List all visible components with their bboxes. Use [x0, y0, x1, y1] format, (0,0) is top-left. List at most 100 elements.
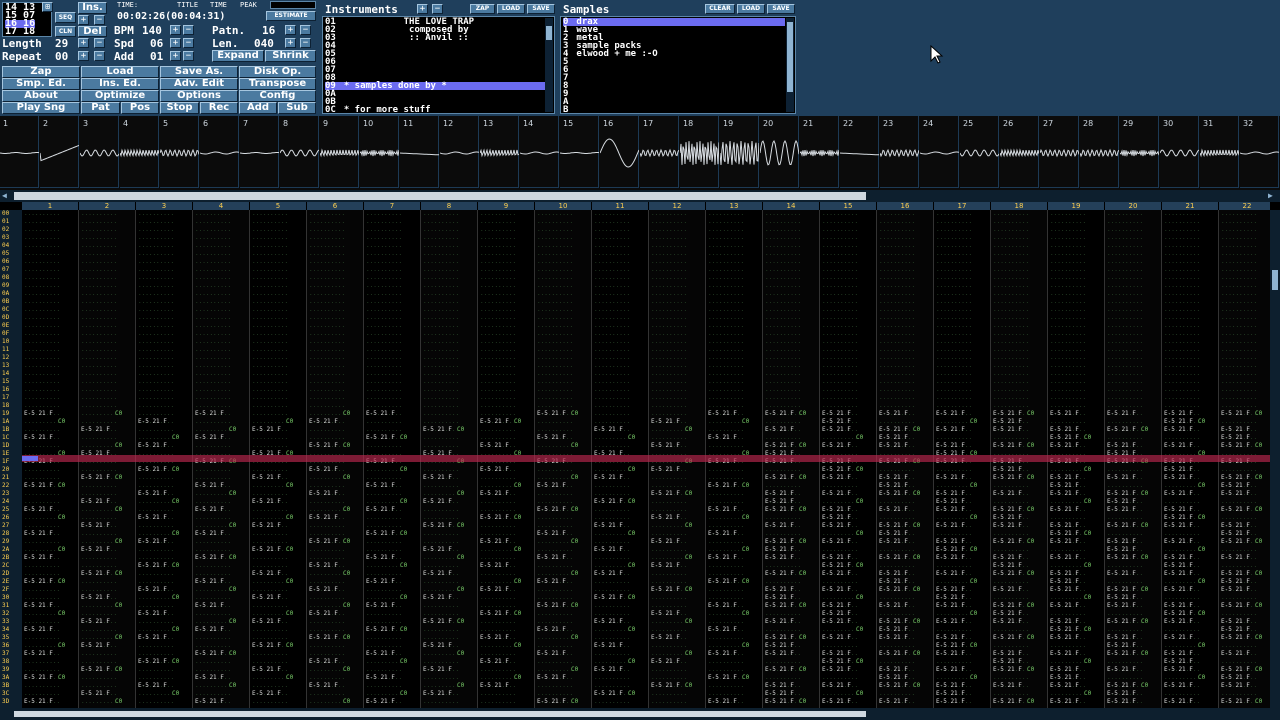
scope-channel[interactable]: 5: [160, 116, 199, 188]
length-minus-icon[interactable]: −: [94, 38, 105, 48]
scope-channel[interactable]: 26: [1000, 116, 1039, 188]
patn-plus-icon[interactable]: +: [285, 25, 296, 35]
instrument-add-icon[interactable]: +: [417, 4, 428, 14]
scope-channel[interactable]: 7: [240, 116, 279, 188]
scope-channel[interactable]: 28: [1080, 116, 1119, 188]
len-plus-icon[interactable]: +: [285, 38, 296, 48]
bpm-plus-icon[interactable]: +: [170, 25, 181, 35]
add-button[interactable]: Add: [239, 102, 277, 114]
sample-row[interactable]: 8: [563, 82, 785, 91]
instrument-row[interactable]: 07: [325, 66, 545, 75]
disk-op-button[interactable]: Disk Op.: [239, 66, 316, 78]
position-row[interactable]: 17 18: [5, 27, 35, 37]
scope-channel[interactable]: 31: [1200, 116, 1239, 188]
about-button[interactable]: About: [2, 90, 80, 102]
scope-channel[interactable]: 19: [720, 116, 759, 188]
del-button[interactable]: Del: [78, 26, 107, 37]
minus-icon[interactable]: −: [94, 15, 105, 25]
stop-button[interactable]: Stop: [160, 102, 199, 114]
insert-position-icon[interactable]: ⊞: [42, 2, 53, 12]
bottom-scrollbar[interactable]: [0, 708, 1280, 720]
play-position-button[interactable]: Pos: [121, 102, 159, 114]
sample-row[interactable]: 7: [563, 74, 785, 83]
scope-channel[interactable]: 14: [520, 116, 559, 188]
repeat-plus-icon[interactable]: +: [78, 51, 89, 61]
ins-ed-button[interactable]: Ins. Ed.: [81, 78, 159, 90]
instrument-remove-icon[interactable]: −: [432, 4, 443, 14]
scope-channel[interactable]: 6: [200, 116, 239, 188]
scope-channel[interactable]: 3: [80, 116, 119, 188]
play-song-button[interactable]: Play Sng: [2, 102, 80, 114]
add-plus-icon[interactable]: +: [170, 51, 181, 61]
config-button[interactable]: Config: [239, 90, 316, 102]
scope-channel[interactable]: 4: [120, 116, 159, 188]
smp-ed-button[interactable]: Smp. Ed.: [2, 78, 80, 90]
scope-channel[interactable]: 1: [0, 116, 39, 188]
scope-channel[interactable]: 12: [440, 116, 479, 188]
zap-button[interactable]: Zap: [2, 66, 80, 78]
patn-minus-icon[interactable]: −: [300, 25, 311, 35]
scope-channel[interactable]: 17: [640, 116, 679, 188]
sample-load-button[interactable]: LOAD: [737, 4, 765, 14]
play-pattern-button[interactable]: Pat: [81, 102, 120, 114]
ins-button[interactable]: Ins.: [78, 2, 107, 14]
add-minus-icon[interactable]: −: [183, 51, 194, 61]
save-as-button[interactable]: Save As.: [160, 66, 238, 78]
sample-row[interactable]: A: [563, 98, 785, 107]
sample-row[interactable]: 9: [563, 90, 785, 99]
sample-clear-button[interactable]: CLEAR: [705, 4, 735, 14]
scope-channel[interactable]: 23: [880, 116, 919, 188]
sample-row[interactable]: 6: [563, 66, 785, 75]
instrument-row[interactable]: 0C * for more stuff: [325, 106, 545, 115]
sample-row[interactable]: 5: [563, 58, 785, 67]
scope-channel[interactable]: 25: [960, 116, 999, 188]
instrument-row[interactable]: 06: [325, 58, 545, 67]
estimate-button[interactable]: ESTIMATE: [266, 11, 316, 21]
instrument-list[interactable]: 01 THE LOVE TRAP 02 composed by 03:: Anvil :…: [322, 16, 555, 115]
vertical-scrollbar[interactable]: [1270, 210, 1280, 708]
scope-channel[interactable]: 10: [360, 116, 399, 188]
shrink-button[interactable]: Shrink: [265, 50, 316, 62]
scope-channel[interactable]: 15: [560, 116, 599, 188]
scope-channel[interactable]: 30: [1160, 116, 1199, 188]
scope-channel[interactable]: 16: [600, 116, 639, 188]
instrument-row[interactable]: 09 * samples done by *: [325, 82, 545, 91]
options-button[interactable]: Options: [160, 90, 238, 102]
spd-minus-icon[interactable]: −: [183, 38, 194, 48]
len-minus-icon[interactable]: −: [300, 38, 311, 48]
sample-row[interactable]: 4 elwood + me :-O: [563, 50, 785, 59]
expand-button[interactable]: Expand: [212, 50, 264, 62]
instrument-save-button[interactable]: SAVE: [527, 4, 555, 14]
seq-button[interactable]: SEQ: [55, 12, 76, 23]
scope-channel[interactable]: 2: [40, 116, 79, 188]
scope-channel[interactable]: 32: [1240, 116, 1279, 188]
scope-channel[interactable]: 27: [1040, 116, 1079, 188]
sub-button[interactable]: Sub: [278, 102, 316, 114]
scope-channel[interactable]: 20: [760, 116, 799, 188]
pattern-grid[interactable]: .......... .......... .......... .......…: [22, 190, 1276, 710]
load-button[interactable]: Load: [81, 66, 159, 78]
instrument-load-button[interactable]: LOAD: [497, 4, 525, 14]
sample-save-button[interactable]: SAVE: [767, 4, 795, 14]
optimize-button[interactable]: Optimize: [81, 90, 159, 102]
sample-list[interactable]: 0 drax 1 wave 2 metal 3 sample packs 4 elwood + m…: [560, 16, 796, 115]
scroll-left-icon[interactable]: ◀: [2, 192, 10, 200]
scope-channel[interactable]: 13: [480, 116, 519, 188]
sample-scrollbar[interactable]: [786, 18, 794, 112]
scope-channel[interactable]: 8: [280, 116, 319, 188]
adv-edit-button[interactable]: Adv. Edit: [160, 78, 238, 90]
instrument-row[interactable]: 05: [325, 50, 545, 59]
instrument-row[interactable]: 0A: [325, 90, 545, 99]
instrument-scrollbar[interactable]: [545, 18, 553, 112]
scope-channel[interactable]: 9: [320, 116, 359, 188]
scope-channel[interactable]: 21: [800, 116, 839, 188]
transpose-button[interactable]: Transpose: [239, 78, 316, 90]
scope-channel[interactable]: 11: [400, 116, 439, 188]
sample-row[interactable]: B: [563, 106, 785, 115]
instrument-row[interactable]: 03:: Anvil ::: [325, 34, 545, 43]
scope-channel[interactable]: 24: [920, 116, 959, 188]
plus-icon[interactable]: +: [78, 15, 89, 25]
instrument-zap-button[interactable]: ZAP: [470, 4, 495, 14]
scope-channel[interactable]: 18: [680, 116, 719, 188]
pattern-editor[interactable]: ◀ ▶ 1 2 3 4 5 6 7 8 9 10 11 12 13 14 15 16 17 18 19 20 21 22 …: [0, 190, 1280, 720]
